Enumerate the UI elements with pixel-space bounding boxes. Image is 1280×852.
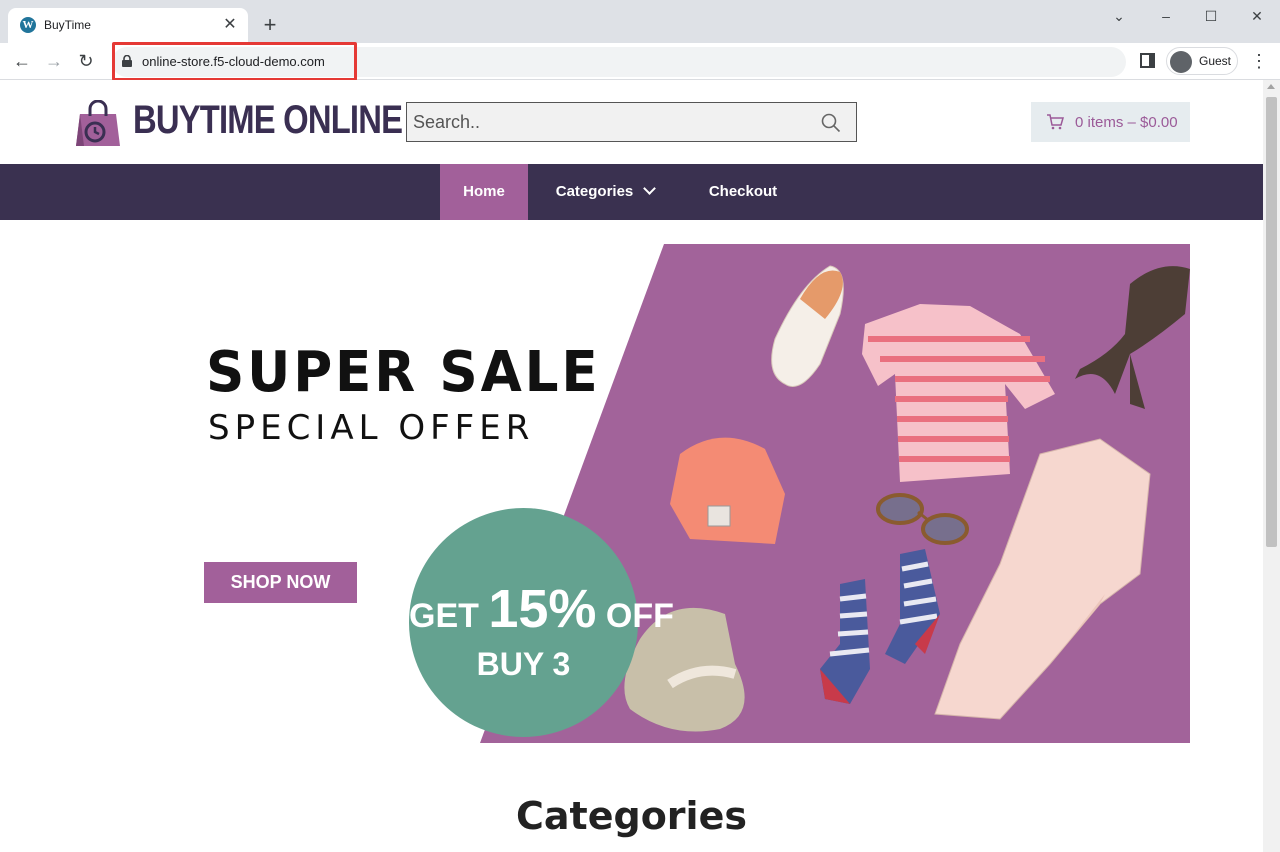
maximize-button[interactable]: ☐ <box>1201 6 1221 26</box>
nav-home-label: Home <box>463 183 505 200</box>
banner-title: SUPER SALE <box>206 340 601 405</box>
profile-button[interactable]: Guest <box>1166 47 1238 75</box>
wordpress-favicon-icon: W <box>20 17 36 33</box>
tab-title: BuyTime <box>44 18 91 32</box>
nav-item-categories[interactable]: Categories <box>540 164 670 220</box>
minimize-button[interactable]: – <box>1156 6 1176 26</box>
nav-checkout-label: Checkout <box>708 183 778 200</box>
browser-tab[interactable]: W BuyTime ✕ <box>8 8 248 43</box>
nav-categories-label: Categories <box>555 183 634 200</box>
tab-search-icon[interactable]: ⌄ <box>1109 6 1129 26</box>
site-logo-text[interactable]: BUYTIME ONLINE <box>133 98 403 143</box>
web-page: BUYTIME ONLINE 0 items – $0.00 Home Cate… <box>0 80 1263 852</box>
side-panel-icon[interactable] <box>1140 53 1155 68</box>
profile-label: Guest <box>1199 54 1232 68</box>
promo-percent-text: 15% <box>488 579 597 639</box>
cart-icon <box>1047 114 1064 130</box>
new-tab-button[interactable]: + <box>259 14 281 36</box>
promo-get-text: GET <box>409 597 479 635</box>
search-input[interactable] <box>407 103 807 141</box>
categories-heading: Categories <box>516 794 747 838</box>
scroll-up-arrow-icon[interactable] <box>1267 84 1275 89</box>
hero-banner[interactable]: SUPER SALE SPECIAL OFFER SHOP NOW GET 15… <box>200 244 1190 743</box>
promo-discount-line: GET 15% OFF <box>409 578 674 640</box>
sale-banner-artwork <box>480 244 1190 743</box>
avatar <box>1170 51 1192 73</box>
cart-button[interactable]: 0 items – $0.00 <box>1031 102 1190 142</box>
close-tab-icon[interactable]: ✕ <box>220 15 240 35</box>
cart-summary: 0 items – $0.00 <box>1075 114 1178 131</box>
back-button[interactable]: ← <box>10 49 34 73</box>
nav-item-checkout[interactable]: Checkout <box>700 164 786 220</box>
promo-off-text: OFF <box>605 597 674 635</box>
close-window-button[interactable]: ✕ <box>1247 6 1267 26</box>
forward-button[interactable]: → <box>42 49 66 73</box>
promo-buy-text: BUY 3 <box>476 646 571 682</box>
main-navigation: Home Categories Checkout <box>0 164 1263 220</box>
search-icon[interactable] <box>821 113 841 133</box>
chevron-down-icon <box>643 182 657 195</box>
nav-item-home[interactable]: Home <box>440 164 528 220</box>
url-highlight-box <box>112 42 357 81</box>
search-box <box>406 102 857 142</box>
reload-button[interactable]: ↻ <box>74 49 98 73</box>
banner-subtitle: SPECIAL OFFER <box>208 408 535 448</box>
scrollbar-thumb[interactable] <box>1266 97 1277 547</box>
browser-menu-icon[interactable]: ⋮ <box>1250 49 1268 73</box>
promo-badge: GET 15% OFF BUY 3 <box>409 508 674 737</box>
shop-now-button[interactable]: SHOP NOW <box>204 562 357 603</box>
shopping-bag-logo-icon <box>76 100 120 146</box>
browser-tab-strip: W BuyTime ✕ + ⌄ – ☐ ✕ <box>0 0 1280 43</box>
page-scrollbar[interactable] <box>1263 80 1280 852</box>
